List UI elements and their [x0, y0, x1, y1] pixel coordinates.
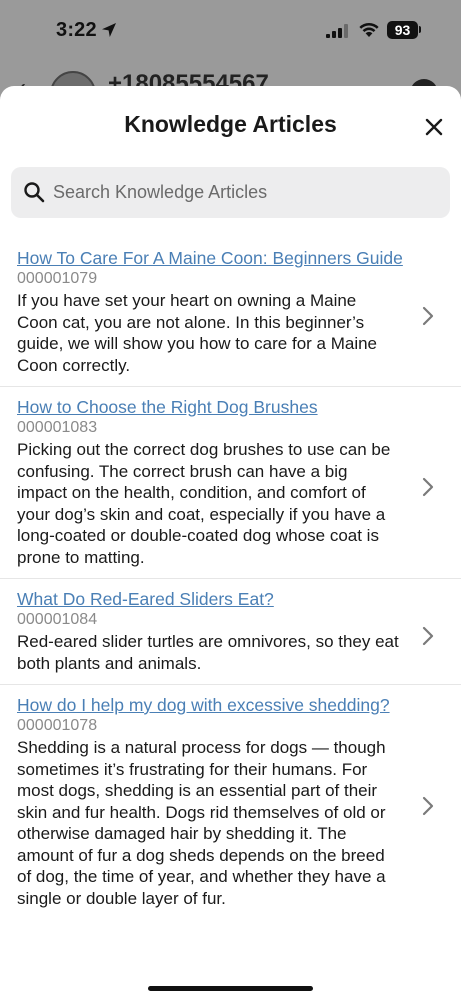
- search-icon: [24, 182, 45, 203]
- cellular-signal-icon: [326, 24, 348, 38]
- article-number: 000001084: [17, 611, 98, 628]
- search-bar[interactable]: [11, 167, 450, 218]
- knowledge-articles-sheet: Knowledge Articles How To Care For A Mai…: [0, 86, 461, 1000]
- article-summary: Picking out the correct dog brushes to u…: [17, 440, 391, 567]
- article-summary: Shedding is a natural process for dogs —…: [17, 738, 386, 908]
- chevron-right-icon: [422, 477, 434, 496]
- article-summary: If you have set your heart on owning a M…: [17, 291, 378, 375]
- article-title-link[interactable]: How to Choose the Right Dog Brushes: [17, 397, 401, 418]
- article-number: 000001079: [17, 270, 98, 287]
- article-title-link[interactable]: How do I help my dog with excessive shed…: [17, 695, 401, 716]
- article-title-link[interactable]: How To Care For A Maine Coon: Beginners …: [17, 248, 403, 269]
- location-arrow-icon: [102, 23, 116, 37]
- sheet-title: Knowledge Articles: [124, 111, 337, 137]
- article-number: 000001078: [17, 717, 98, 734]
- close-button[interactable]: [421, 114, 447, 140]
- list-item[interactable]: What Do Red-Eared Sliders Eat? 000001084…: [0, 579, 461, 685]
- article-number: 000001083: [17, 419, 98, 436]
- article-title-link[interactable]: What Do Red-Eared Sliders Eat?: [17, 589, 401, 610]
- article-list: How To Care For A Maine Coon: Beginners …: [0, 238, 461, 919]
- status-bar: 3:22 93: [0, 0, 461, 62]
- chevron-right-icon: [422, 306, 434, 326]
- close-icon: [425, 118, 443, 136]
- list-item[interactable]: How do I help my dog with excessive shed…: [0, 685, 461, 919]
- chevron-right-icon: [422, 796, 434, 816]
- battery-cap: [419, 26, 421, 33]
- search-input[interactable]: [53, 167, 433, 218]
- status-time: 3:22: [56, 19, 97, 41]
- chevron-right-icon: [422, 626, 434, 645]
- list-item[interactable]: How to Choose the Right Dog Brushes 0000…: [0, 387, 461, 579]
- list-item[interactable]: How To Care For A Maine Coon: Beginners …: [0, 238, 461, 387]
- home-indicator[interactable]: [148, 986, 313, 991]
- battery-level: 93: [394, 22, 411, 38]
- wifi-icon: [359, 22, 379, 37]
- battery-indicator: 93: [387, 21, 418, 39]
- article-summary: Red-eared slider turtles are omnivores, …: [17, 632, 399, 673]
